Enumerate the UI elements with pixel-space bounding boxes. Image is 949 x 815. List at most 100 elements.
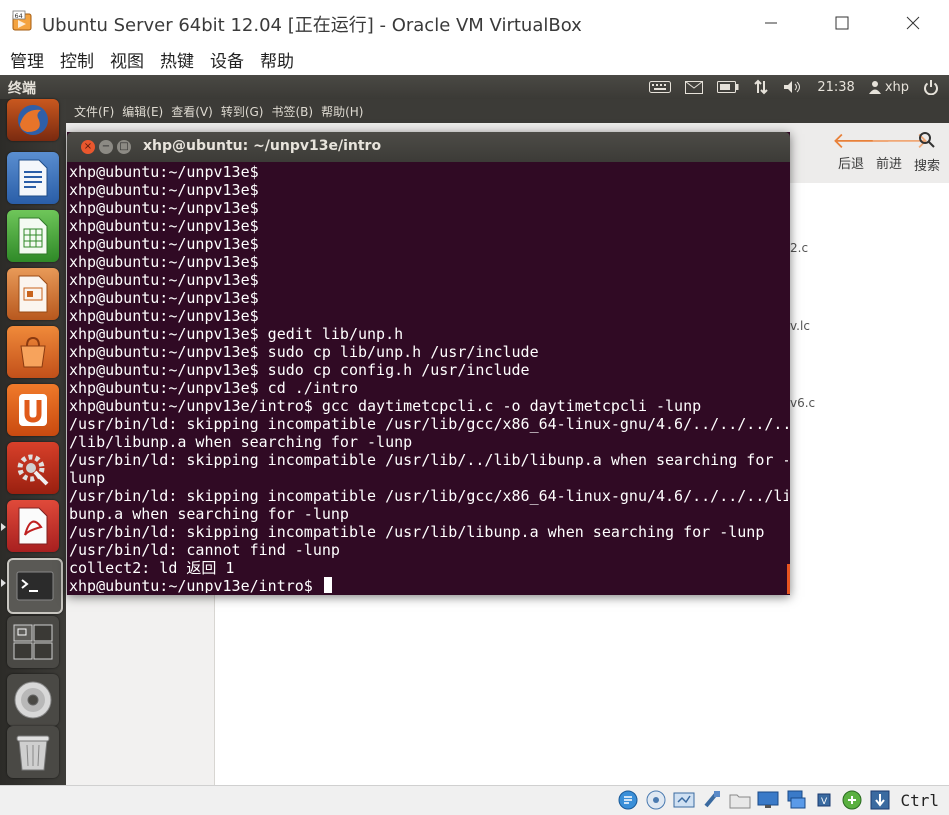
terminal-close-button[interactable]: ×	[81, 140, 95, 154]
usb-icon[interactable]	[700, 789, 724, 811]
terminal-output[interactable]: xhp@ubuntu:~/unpv13e$ xhp@ubuntu:~/unpv1…	[69, 163, 788, 593]
terminal-line: /usr/bin/ld: skipping incompatible /usr/…	[69, 415, 788, 433]
close-button[interactable]	[890, 8, 936, 38]
mouse-capture-icon[interactable]	[868, 789, 892, 811]
terminal-window[interactable]: × − □ xhp@ubuntu: ~/unpv13e/intro xhp@ub…	[67, 132, 790, 595]
software-center-icon[interactable]	[7, 326, 59, 378]
terminal-line: xhp@ubuntu:~/unpv13e$	[69, 163, 259, 181]
host-key-label: Ctrl	[900, 790, 939, 810]
nautilus-menubar: 文件(F) 编辑(E) 查看(V) 转到(G) 书签(B) 帮助(H)	[66, 99, 949, 123]
terminal-line: /usr/bin/ld: skipping incompatible /usr/…	[69, 523, 765, 541]
keyboard-icon[interactable]	[649, 80, 672, 94]
terminal-prompt: xhp@ubuntu:~/unpv13e/intro$	[69, 577, 322, 593]
file-name-fragment[interactable]: v6.c	[790, 396, 815, 410]
back-button[interactable]: 🡐 后退	[832, 129, 891, 173]
mail-icon[interactable]	[685, 80, 704, 94]
panel-indicators: 21:38 xhp	[649, 75, 949, 99]
svg-text:V: V	[821, 797, 828, 807]
libreoffice-calc-icon[interactable]	[7, 210, 59, 262]
terminal-resize-edge[interactable]	[787, 564, 790, 594]
libreoffice-writer-icon[interactable]	[7, 152, 59, 204]
nautilus-menu-go[interactable]: 转到(G)	[217, 103, 268, 120]
cd-drive-icon[interactable]	[7, 674, 59, 726]
terminal-line: xhp@ubuntu:~/unpv13e$ sudo cp config.h /…	[69, 361, 530, 379]
terminal-line: xhp@ubuntu:~/unpv13e$	[69, 217, 259, 235]
nautilus-menu-view[interactable]: 查看(V)	[167, 103, 217, 120]
terminal-line: lunp	[69, 469, 106, 487]
file-name-fragment[interactable]: 2.c	[790, 241, 808, 255]
terminal-titlebar[interactable]: × − □ xhp@ubuntu: ~/unpv13e/intro	[67, 132, 790, 162]
hard-disk-icon[interactable]	[616, 789, 640, 811]
user-icon	[868, 81, 881, 94]
trash-icon[interactable]	[7, 726, 59, 778]
running-indicator	[1, 579, 6, 587]
network-adapter-icon[interactable]	[784, 789, 808, 811]
terminal-line: xhp@ubuntu:~/unpv13e$	[69, 235, 259, 253]
nautilus-menu-bookmarks[interactable]: 书签(B)	[267, 103, 317, 120]
terminal-line: xhp@ubuntu:~/unpv13e$	[69, 253, 259, 271]
volume-icon[interactable]	[783, 80, 803, 94]
file-name-fragment[interactable]: v.lc	[790, 319, 810, 333]
unity-launcher	[0, 99, 66, 785]
document-viewer-icon[interactable]	[7, 500, 59, 552]
maximize-button[interactable]	[819, 8, 865, 38]
forward-button[interactable]: 🡒 前进	[870, 129, 929, 173]
menu-control[interactable]: 控制	[52, 47, 102, 72]
back-arrow-icon: 🡐	[832, 129, 891, 154]
system-settings-icon[interactable]	[7, 442, 59, 494]
search-label: 搜索	[913, 159, 940, 174]
terminal-line: xhp@ubuntu:~/unpv13e$	[69, 289, 259, 307]
firefox-icon[interactable]	[7, 99, 59, 141]
nautilus-menu-edit[interactable]: 编辑(E)	[118, 103, 167, 120]
libreoffice-impress-icon[interactable]	[7, 268, 59, 320]
ubuntu-top-panel: 终端 21:38 xhp	[0, 75, 949, 99]
nautilus-menu-help[interactable]: 帮助(H)	[317, 103, 367, 120]
terminal-line: /usr/bin/ld: skipping incompatible /usr/…	[69, 487, 788, 505]
shared-folder-icon[interactable]	[728, 789, 752, 811]
audio-icon[interactable]	[672, 789, 696, 811]
host-window-titlebar: 64 Ubuntu Server 64bit 12.04 [正在运行] - Or…	[0, 0, 949, 44]
terminal-line: bunp.a when searching for -lunp	[69, 505, 349, 523]
terminal-line: /lib/libunp.a when searching for -lunp	[69, 433, 413, 451]
terminal-title: xhp@ubuntu: ~/unpv13e/intro	[143, 138, 382, 154]
minimize-button[interactable]	[748, 8, 794, 38]
battery-icon[interactable]	[717, 81, 739, 93]
optical-drive-icon[interactable]	[644, 789, 668, 811]
display-icon[interactable]	[756, 789, 780, 811]
terminal-line: xhp@ubuntu:~/unpv13e$	[69, 271, 259, 289]
power-icon[interactable]	[923, 79, 939, 95]
terminal-line: xhp@ubuntu:~/unpv13e$	[69, 307, 259, 325]
workspace-switcher-icon[interactable]	[7, 616, 59, 668]
terminal-cursor	[323, 577, 332, 593]
terminal-line: xhp@ubuntu:~/unpv13e$ cd ./intro	[69, 379, 358, 397]
terminal-line: collect2: ld 返回 1	[69, 559, 235, 577]
ubuntu-one-icon[interactable]	[7, 384, 59, 436]
terminal-line: xhp@ubuntu:~/unpv13e$ gedit lib/unp.h	[69, 325, 404, 343]
terminal-line: xhp@ubuntu:~/unpv13e$	[69, 199, 259, 217]
menu-view[interactable]: 视图	[102, 47, 152, 72]
network-icon[interactable]	[753, 79, 769, 95]
svg-text:64: 64	[15, 12, 23, 20]
terminal-icon[interactable]	[7, 558, 63, 614]
menu-manage[interactable]: 管理	[2, 47, 52, 72]
nautilus-menu-file[interactable]: 文件(F)	[70, 103, 118, 120]
terminal-line: xhp@ubuntu:~/unpv13e$	[69, 181, 259, 199]
menu-help[interactable]: 帮助	[252, 47, 302, 72]
terminal-prompt-line[interactable]: xhp@ubuntu:~/unpv13e/intro$	[69, 577, 788, 593]
vbox-statusbar: V Ctrl	[0, 785, 949, 815]
forward-label: 前进	[875, 157, 902, 172]
panel-clock[interactable]: 21:38	[817, 80, 854, 95]
vbox-menubar: 管理 控制 视图 热键 设备 帮助	[0, 44, 949, 75]
panel-username: xhp	[884, 79, 909, 95]
guest-additions-icon[interactable]	[840, 789, 864, 811]
menu-hotkeys[interactable]: 热键	[152, 47, 202, 72]
cpu-icon[interactable]: V	[812, 789, 836, 811]
terminal-minimize-button[interactable]: −	[99, 140, 113, 154]
menu-devices[interactable]: 设备	[202, 47, 252, 72]
terminal-line: /usr/bin/ld: cannot find -lunp	[69, 541, 340, 559]
running-indicator	[1, 523, 6, 531]
forward-arrow-icon: 🡒	[870, 129, 929, 154]
terminal-maximize-button[interactable]: □	[117, 140, 131, 154]
search-button[interactable]: 搜索	[908, 131, 946, 174]
user-menu[interactable]: xhp	[868, 79, 909, 95]
